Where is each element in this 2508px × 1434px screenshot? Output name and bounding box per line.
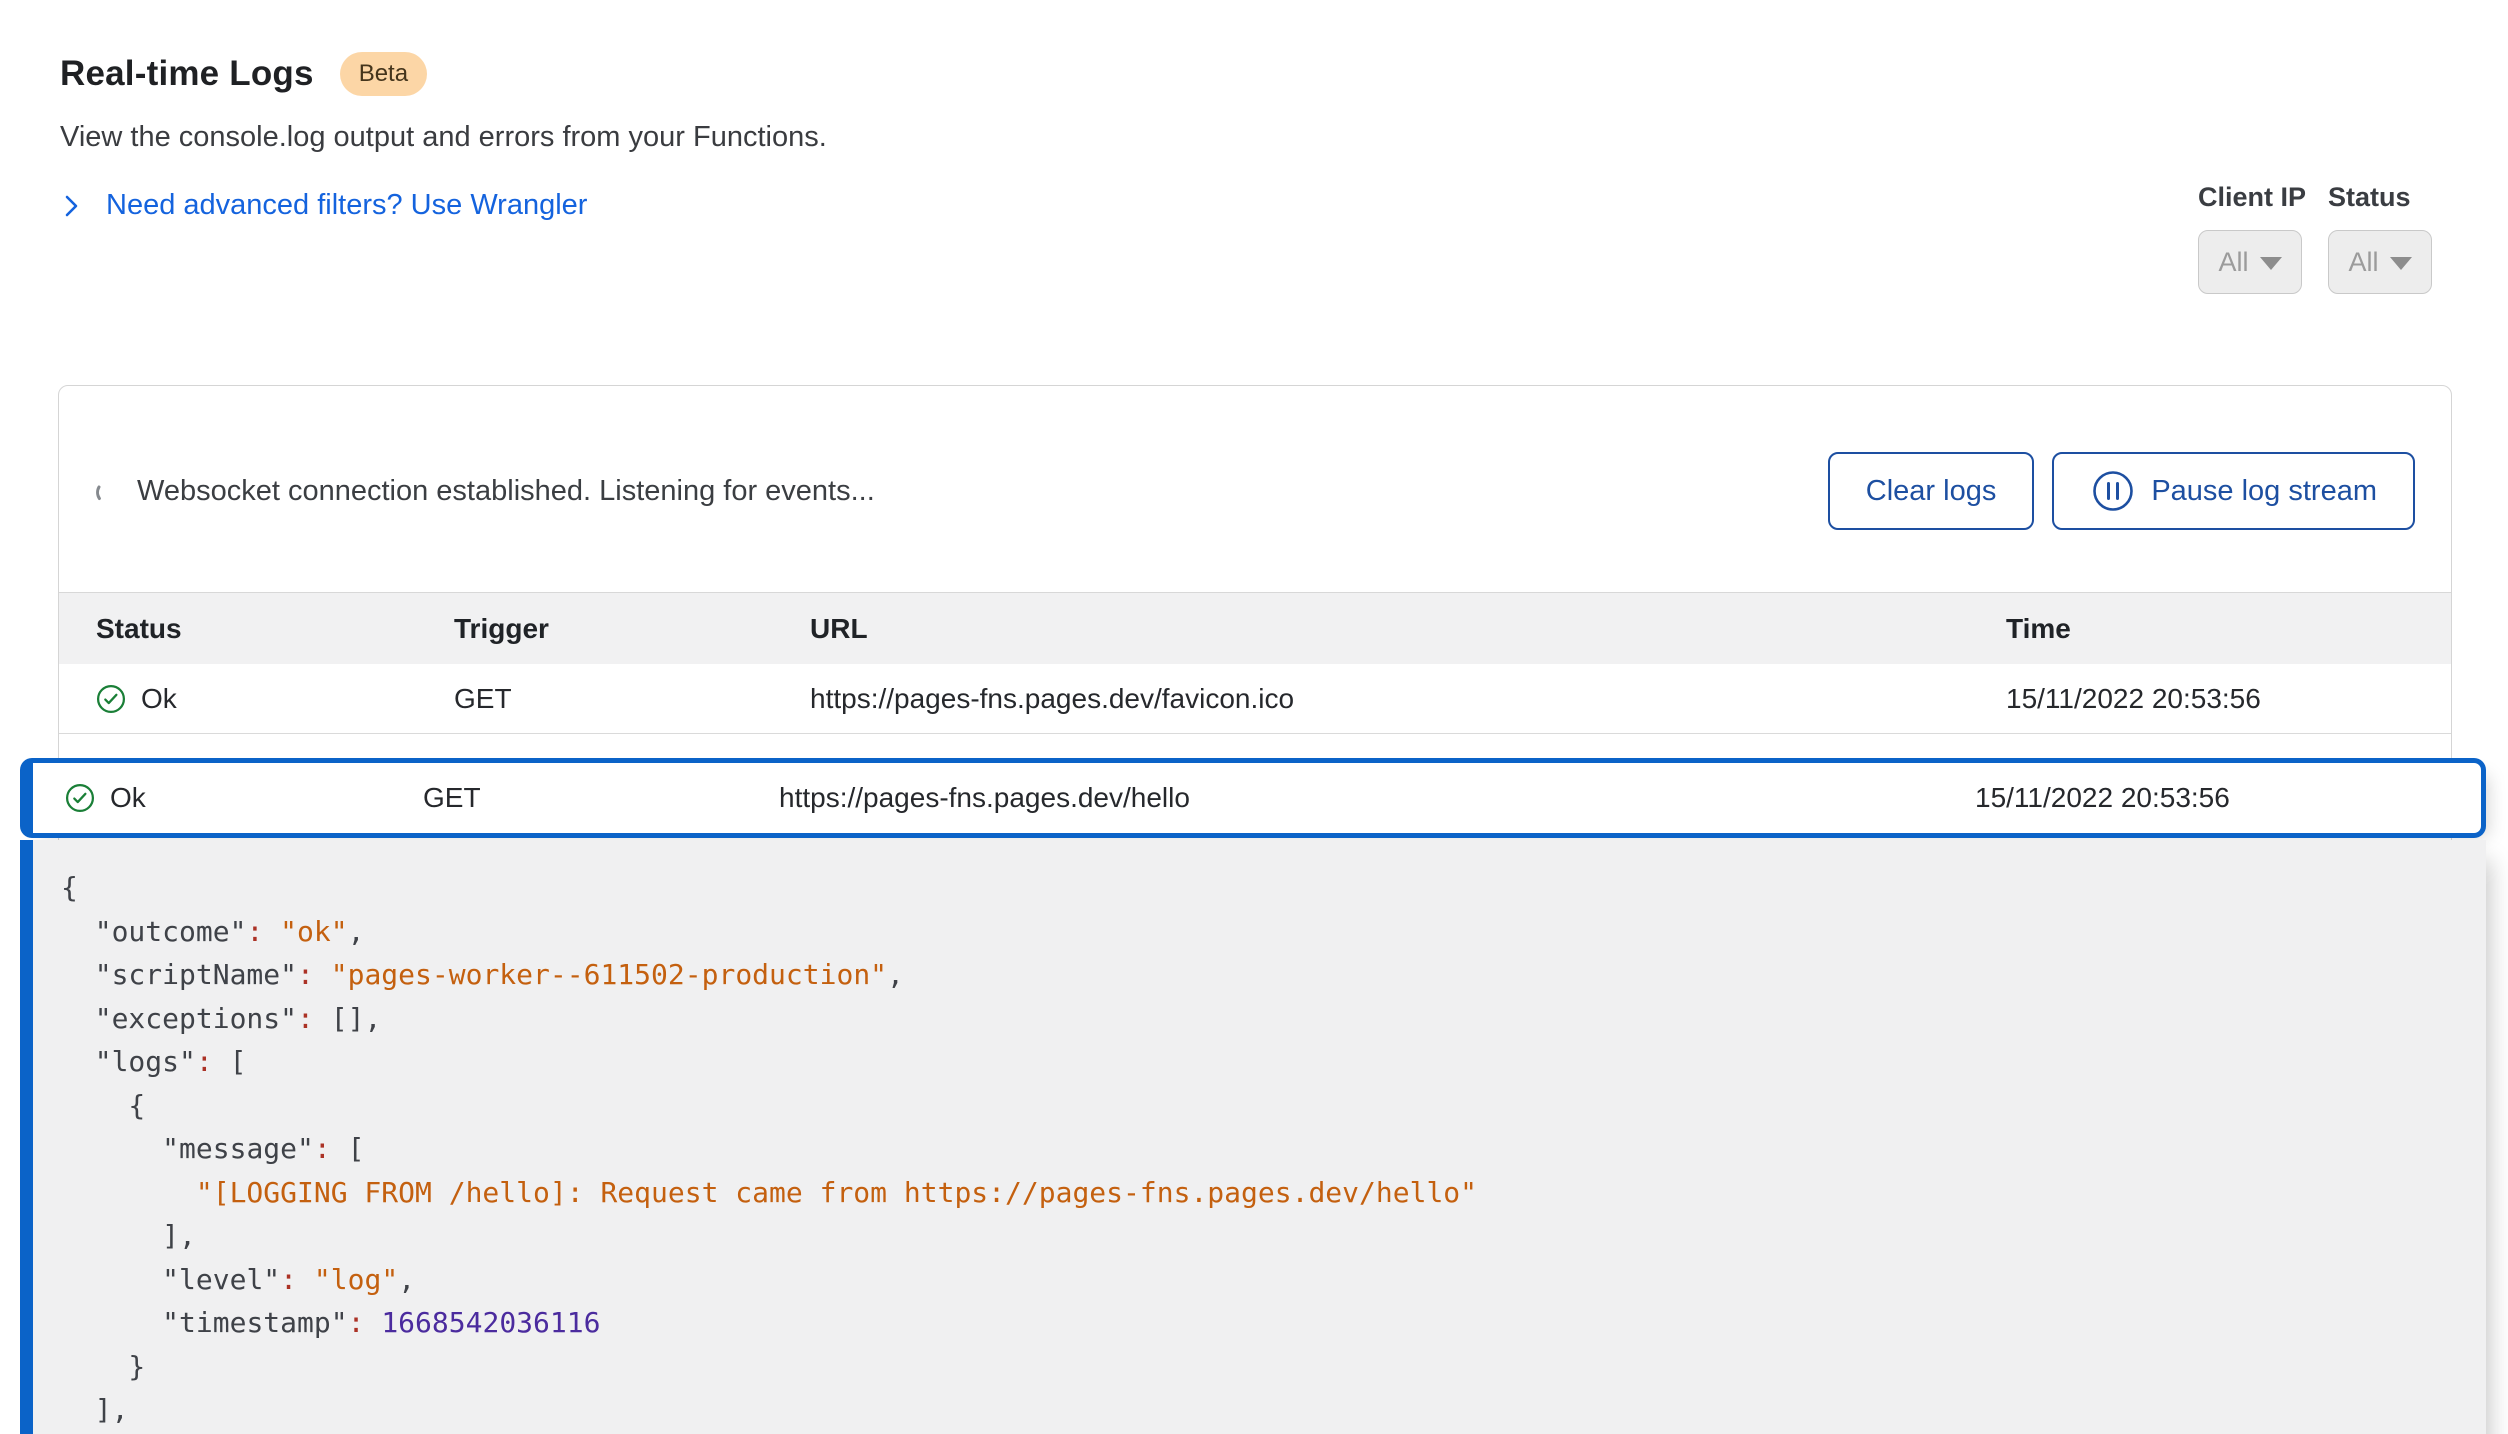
beta-badge: Beta [340,52,427,96]
expanded-log-entry: Ok GET https://pages-fns.pages.dev/hello… [20,758,2486,1434]
row-time: 15/11/2022 20:53:56 [2006,683,2451,715]
json-code-line: "timestamp": 1668542036116 [61,1301,2456,1345]
json-code-line: "[LOGGING FROM /hello]: Request came fro… [61,1171,2456,1215]
websocket-status: Websocket connection established. Listen… [95,475,875,508]
page-header: Real-time Logs Beta View the console.log… [60,52,827,222]
log-table-row[interactable]: Ok GET https://pages-fns.pages.dev/favic… [59,664,2451,734]
client-ip-filter-label: Client IP [2198,182,2306,213]
json-code-line: "scriptName": "pages-worker--611502-prod… [61,953,2456,997]
client-ip-filter-dropdown[interactable]: All [2198,230,2302,294]
json-code-block: { "outcome": "ok", "scriptName": "pages-… [61,866,2456,1432]
status-filter: Status All [2328,182,2432,294]
wrangler-link[interactable]: Need advanced filters? Use Wrangler [60,189,587,222]
page-title: Real-time Logs [60,54,314,94]
json-code-line: ], [61,1388,2456,1432]
json-code-line: "message": [ [61,1127,2456,1171]
row-status: Ok [110,782,146,814]
json-code-line: { [61,866,2456,910]
chevron-right-icon [60,192,84,220]
websocket-status-text: Websocket connection established. Listen… [137,475,875,508]
wrangler-link-label: Need advanced filters? Use Wrangler [106,189,587,222]
row-url: https://pages-fns.pages.dev/hello [779,782,1975,814]
pause-log-stream-label: Pause log stream [2151,475,2377,508]
caret-down-icon [2260,257,2282,270]
status-filter-label: Status [2328,182,2432,213]
client-ip-filter-value: All [2218,247,2248,278]
json-code-line: ], [61,1214,2456,1258]
row-trigger: GET [423,782,779,814]
log-table-header: Status Trigger URL Time [59,592,2451,664]
status-filter-dropdown[interactable]: All [2328,230,2432,294]
row-status: Ok [141,683,177,715]
log-panel-toolbar: Websocket connection established. Listen… [59,386,2451,592]
json-code-line: { [61,1084,2456,1128]
json-code-line: "level": "log", [61,1258,2456,1302]
status-cell: Ok [65,782,423,814]
json-code-line: "exceptions": [], [61,997,2456,1041]
pause-circle-icon [2090,468,2136,514]
title-row: Real-time Logs Beta [60,52,827,96]
clear-logs-label: Clear logs [1866,475,1997,508]
log-filters: Client IP All Status All [2198,182,2432,294]
spinner-icon [95,478,121,504]
json-code-line: } [61,1345,2456,1389]
check-circle-icon [96,684,126,714]
log-detail-json: { "outcome": "ok", "scriptName": "pages-… [20,840,2486,1434]
row-trigger: GET [454,683,810,715]
check-circle-icon [65,783,95,813]
row-time: 15/11/2022 20:53:56 [1975,782,2481,814]
column-header-status: Status [96,613,454,645]
column-header-time: Time [2006,613,2451,645]
status-filter-value: All [2349,247,2379,278]
column-header-url: URL [810,613,2006,645]
log-actions: Clear logs Pause log stream [1828,452,2415,530]
client-ip-filter: Client IP All [2198,182,2306,294]
log-table-row-selected[interactable]: Ok GET https://pages-fns.pages.dev/hello… [20,758,2486,838]
json-code-line: "logs": [ [61,1040,2456,1084]
pause-log-stream-button[interactable]: Pause log stream [2052,452,2415,530]
realtime-logs-page: Real-time Logs Beta View the console.log… [0,0,2508,1434]
status-cell: Ok [96,683,454,715]
column-header-trigger: Trigger [454,613,810,645]
caret-down-icon [2390,257,2412,270]
row-url: https://pages-fns.pages.dev/favicon.ico [810,683,2006,715]
json-code-line: "outcome": "ok", [61,910,2456,954]
clear-logs-button[interactable]: Clear logs [1828,452,2035,530]
page-subtitle: View the console.log output and errors f… [60,121,827,154]
